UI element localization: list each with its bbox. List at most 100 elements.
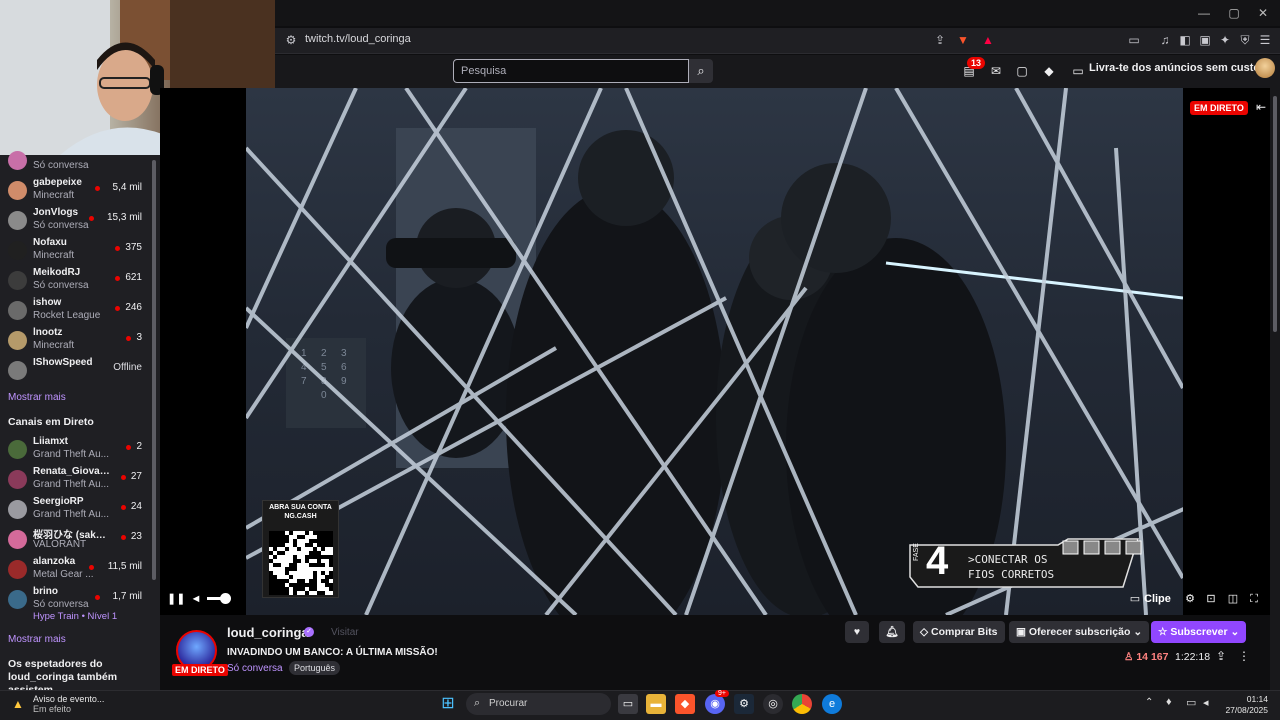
language-tag[interactable]: Português	[289, 661, 341, 675]
live-dot-icon	[115, 276, 121, 281]
channel-row[interactable]: IShowSpeed Offline	[0, 355, 150, 385]
tray-chevron-icon[interactable]: ⌃	[1145, 697, 1153, 708]
channel-viewers: 5,4 mil	[112, 182, 142, 193]
follow-button[interactable]: ♥	[845, 621, 869, 643]
user-avatar[interactable]	[1255, 58, 1275, 78]
steam-icon[interactable]: ⚙	[734, 694, 754, 714]
page-scroll-thumb[interactable]	[1273, 96, 1277, 332]
video-frame[interactable]: 1234567890	[246, 88, 1183, 615]
show-more-link[interactable]: Mostrar mais	[8, 634, 66, 645]
site-settings-icon[interactable]: ⚙	[283, 32, 299, 48]
live-dot-icon	[125, 445, 131, 450]
keypad-digit: 6	[341, 362, 347, 373]
ad-free-button[interactable]: Livra-te dos anúncios sem custos	[1089, 62, 1266, 74]
bits-icon[interactable]: ◆	[1040, 62, 1058, 80]
channel-row[interactable]: MeikodRJ Só conversa 621	[0, 265, 150, 295]
leo-ai-icon[interactable]: ✦	[1217, 32, 1233, 48]
clock-time[interactable]: 01:14	[1232, 694, 1268, 704]
clip-icon[interactable]: ▭	[1126, 590, 1144, 608]
file-explorer-icon[interactable]: ▬	[646, 694, 666, 714]
brave-browser-icon[interactable]: ◆	[675, 694, 695, 714]
brave-rewards-icon[interactable]: ▲	[980, 32, 996, 48]
verified-icon: ✓	[304, 627, 314, 637]
bell-icon: 🔔︎	[885, 626, 899, 638]
vpn-icon[interactable]: ⛨	[1237, 32, 1253, 48]
windows-start-icon[interactable]: ⊞	[438, 694, 458, 714]
media-icon[interactable]: ♫	[1157, 32, 1173, 48]
share-icon[interactable]: ⇪	[932, 32, 948, 48]
chrome-icon[interactable]	[792, 694, 812, 714]
theatre-mode-icon[interactable]: ◫	[1224, 590, 1242, 608]
more-options-icon[interactable]: ⋮	[1238, 649, 1250, 663]
volume-knob[interactable]	[220, 593, 231, 604]
channel-row[interactable]: Nofaxu Minecraft 375	[0, 235, 150, 265]
settings-icon[interactable]: ⚙	[1181, 590, 1199, 608]
wallet-icon[interactable]: ▣	[1197, 32, 1213, 48]
windows-taskbar	[0, 690, 1280, 720]
channel-row[interactable]: lnootz Minecraft 3	[0, 325, 150, 355]
whispers-icon[interactable]: ✉	[987, 62, 1005, 80]
reader-icon[interactable]: ▭	[1126, 32, 1142, 48]
recommended-title: Os espetadores do loud_coringa também as…	[8, 658, 118, 690]
buy-bits-button[interactable]: ◇ Comprar Bits	[913, 621, 1005, 643]
show-more-link[interactable]: Mostrar mais	[8, 392, 66, 403]
channel-name[interactable]: loud_coringa	[227, 625, 309, 640]
stream-uptime: 1:22:18	[1175, 651, 1211, 663]
collapse-chat-icon[interactable]: ⇤	[1256, 100, 1266, 114]
channel-row[interactable]: Liiamxt Grand Theft Au... 2	[0, 434, 150, 464]
channel-viewers: 15,3 mil	[106, 212, 142, 223]
task-view-icon[interactable]: ▭	[618, 694, 638, 714]
url-text[interactable]: twitch.tv/loud_coringa	[305, 33, 411, 45]
search-input[interactable]: Pesquisa	[453, 59, 689, 83]
channel-row[interactable]: gabepeixe Minecraft 5,4 mil	[0, 175, 150, 205]
channel-row[interactable]: brino Só conversa 1,7 mil	[0, 584, 150, 614]
channel-viewers: 375	[125, 242, 142, 253]
minimize-icon[interactable]: —	[1191, 4, 1217, 22]
obs-icon[interactable]: ◎	[763, 694, 783, 714]
subscribe-button[interactable]: ☆ Subscrever ⌄	[1151, 621, 1247, 643]
person-icon: ♙	[1124, 651, 1137, 663]
clock-date[interactable]: 27/08/2025	[1220, 705, 1268, 715]
search-button[interactable]: ⌕	[689, 59, 713, 83]
clip-button[interactable]: Clipe	[1144, 593, 1171, 605]
pause-icon[interactable]: ❚❚	[167, 590, 185, 608]
volume-icon[interactable]: ◄	[187, 590, 205, 608]
share-icon[interactable]: ⇪	[1216, 649, 1226, 663]
visit-button[interactable]: Visitar	[331, 627, 359, 638]
channel-game: Só conversa	[33, 280, 89, 291]
channel-row[interactable]: alanzoka Metal Gear ... 11,5 mil	[0, 554, 150, 584]
channel-viewers: 1,7 mil	[112, 591, 142, 602]
microphone-icon[interactable]: ♦	[1166, 696, 1172, 708]
notifications-button[interactable]: 🔔︎	[879, 621, 905, 643]
sidebar-toggle-icon[interactable]: ◧	[1177, 32, 1193, 48]
network-icon[interactable]: ▭	[1186, 696, 1196, 709]
sidebar-scroll-thumb[interactable]	[152, 160, 156, 580]
activity-feed-icon[interactable]: ▢	[1013, 62, 1031, 80]
cast-icon[interactable]: ⊡	[1202, 590, 1220, 608]
channel-name: SeergioRP	[33, 496, 84, 507]
channel-row[interactable]: JonVlogs Só conversa 15,3 mil	[0, 205, 150, 235]
channel-row[interactable]: Só conversa	[0, 145, 150, 175]
channel-name: IShowSpeed	[33, 357, 93, 368]
maximize-icon[interactable]: ▢	[1221, 4, 1247, 22]
channel-row[interactable]: SeergioRP Grand Theft Au... 24	[0, 494, 150, 524]
channel-game: Metal Gear ...	[33, 569, 94, 580]
channel-row[interactable]: ishow Rocket League 246	[0, 295, 150, 325]
stream-title: INVADINDO UM BANCO: A ÚLTIMA MISSÃO!	[227, 647, 438, 658]
live-badge: EM DIRETO	[1190, 101, 1248, 115]
speaker-icon[interactable]: ◂	[1203, 696, 1209, 709]
taskbar-search[interactable]: Procurar	[466, 693, 611, 715]
warning-icon[interactable]: ▲	[12, 697, 28, 711]
fullscreen-icon[interactable]: ⛶	[1245, 590, 1263, 608]
discord-icon[interactable]: ◉	[705, 694, 725, 714]
channel-row[interactable]: Renata_Giovanna Grand Theft Au... 27	[0, 464, 150, 494]
weather-alert-title[interactable]: Aviso de evento...	[33, 694, 104, 704]
channel-avatar	[8, 331, 27, 350]
close-icon[interactable]: ✕	[1250, 4, 1276, 22]
brave-shield-icon[interactable]: ▼	[955, 32, 971, 48]
gift-sub-button[interactable]: ▣ Oferecer subscrição ⌄	[1009, 621, 1150, 643]
edge-icon[interactable]: e	[822, 694, 842, 714]
channel-row[interactable]: 桜羽ひな (sakur... VALORANT 23	[0, 524, 150, 554]
menu-icon[interactable]: ☰	[1257, 32, 1273, 48]
stream-category[interactable]: Só conversa	[227, 663, 283, 674]
